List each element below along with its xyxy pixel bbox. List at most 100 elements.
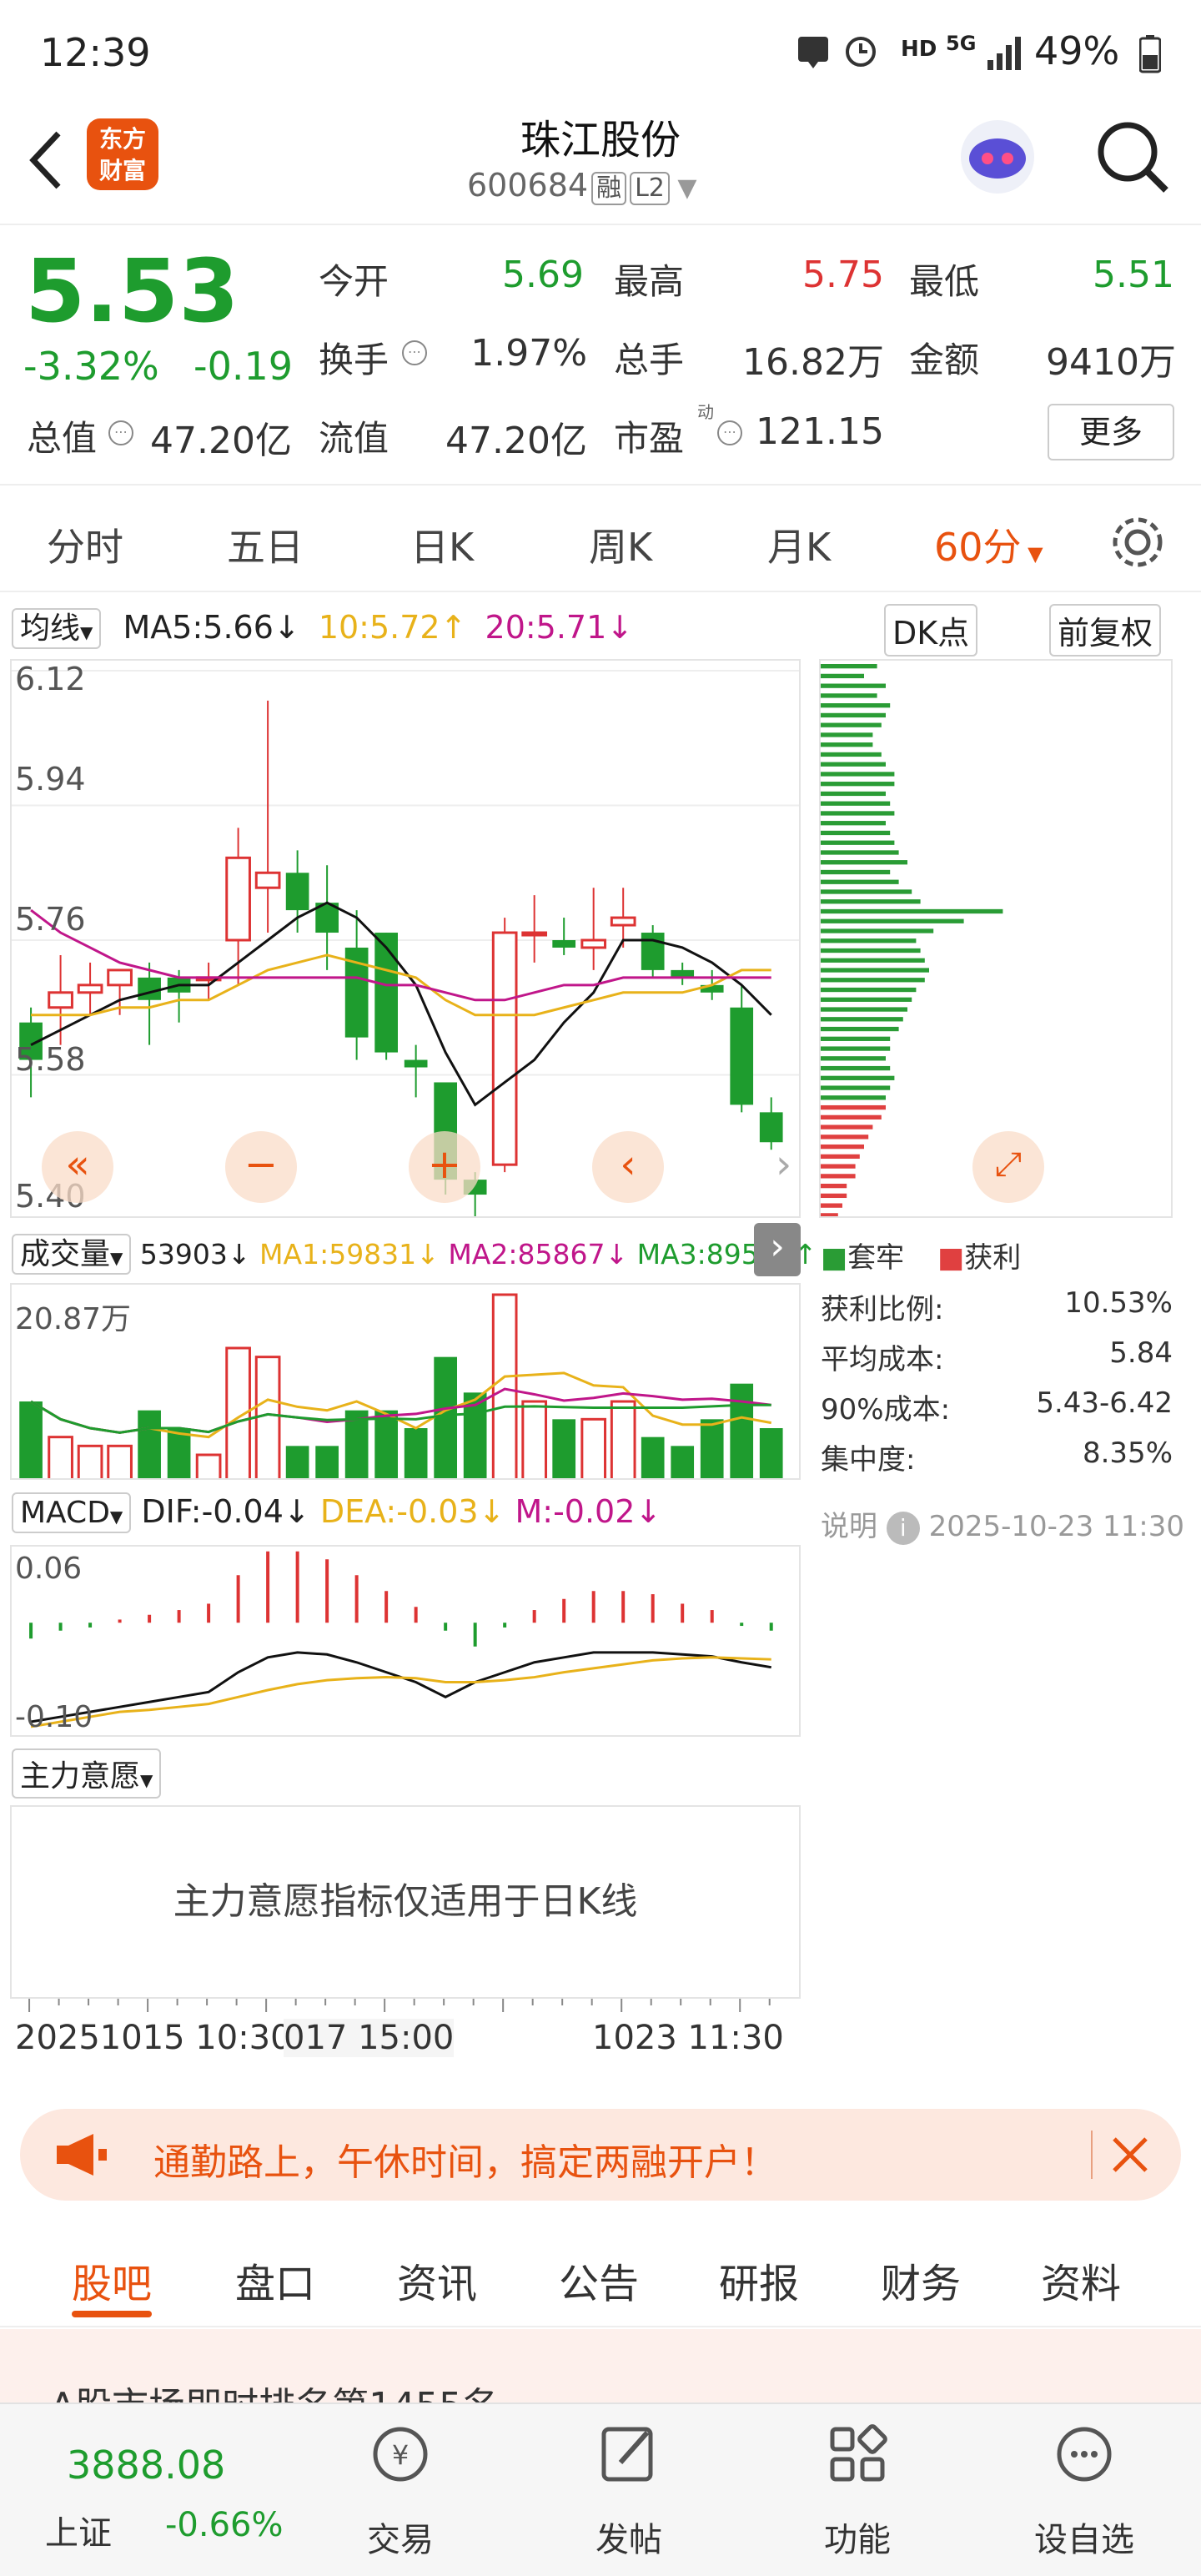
expand-panel-button[interactable]: › bbox=[754, 1223, 801, 1276]
volume-label: 总手 bbox=[614, 340, 685, 380]
chip-bar bbox=[821, 1144, 864, 1150]
indicator-select-label: 均线 bbox=[20, 611, 81, 646]
tab-news[interactable]: 资讯 bbox=[397, 2251, 477, 2309]
vol-ma1: MA1:59831 bbox=[259, 1238, 417, 1270]
market-cap-label: 总值 bbox=[27, 418, 98, 459]
stock-code-line[interactable]: 600684 融 L2 ▼ bbox=[467, 167, 696, 205]
tab-intraday[interactable]: 分时 bbox=[47, 517, 123, 572]
low-value: 5.51 bbox=[1093, 254, 1174, 296]
volume-bar bbox=[77, 1444, 103, 1478]
nav-watchlist[interactable]: 设自选 bbox=[1001, 2513, 1168, 2561]
candlestick-chart[interactable] bbox=[10, 659, 801, 1218]
chip-bar bbox=[821, 938, 917, 943]
chip-stat-value: 5.43-6.42 bbox=[1036, 1386, 1173, 1420]
tab-research[interactable]: 研报 bbox=[719, 2251, 799, 2309]
low-label: 最低 bbox=[909, 261, 980, 302]
scroll-left-fast-button[interactable]: « bbox=[42, 1131, 113, 1203]
dropdown-icon: ▼ bbox=[140, 1770, 153, 1790]
down-arrow-icon: ↓ bbox=[606, 609, 634, 646]
trade-icon[interactable]: ¥ bbox=[317, 2421, 484, 2491]
chip-bar bbox=[821, 693, 877, 698]
more-icon[interactable] bbox=[1001, 2421, 1168, 2491]
info-icon[interactable]: ⋯ bbox=[108, 420, 133, 445]
market-cap-value: 47.20亿 bbox=[150, 420, 292, 462]
ranking-teaser[interactable]: A股市场即时排名第1455名 bbox=[0, 2329, 1201, 2402]
promo-banner[interactable]: 通勤路上，午休时间，搞定两融开户！ bbox=[20, 2109, 1181, 2201]
indicator-select[interactable]: 均线▼ bbox=[12, 608, 102, 649]
amount-label: 金额 bbox=[909, 340, 980, 380]
chip-bar bbox=[821, 664, 877, 669]
scroll-left-button[interactable]: ‹ bbox=[592, 1131, 664, 1203]
stock-code: 600684 bbox=[467, 167, 589, 204]
macd-dea: DEA:-0.03 bbox=[319, 1493, 479, 1530]
post-icon[interactable] bbox=[545, 2421, 712, 2491]
volume-bar bbox=[48, 1436, 73, 1478]
volume-bar bbox=[552, 1419, 576, 1478]
chip-bar bbox=[821, 1203, 842, 1208]
macd-select[interactable]: MACD▼ bbox=[12, 1492, 132, 1533]
index-change[interactable]: -0.66% bbox=[165, 2506, 284, 2544]
candle-body bbox=[374, 933, 398, 1053]
volume-bar bbox=[730, 1383, 754, 1478]
volume-select[interactable]: 成交量▼ bbox=[12, 1234, 132, 1275]
more-button[interactable]: 更多 bbox=[1048, 404, 1174, 460]
time-axis-ticks bbox=[28, 1999, 771, 2012]
chip-note[interactable]: 说明 i 2025-10-23 11:30 bbox=[821, 1503, 1184, 1545]
tab-guba[interactable]: 股吧 bbox=[72, 2251, 152, 2309]
nav-trade[interactable]: 交易 bbox=[317, 2513, 484, 2561]
settings-gear-icon[interactable] bbox=[1106, 511, 1169, 574]
tab-announcements[interactable]: 公告 bbox=[559, 2251, 639, 2309]
down-arrow-icon: ↓ bbox=[273, 609, 300, 646]
info-icon[interactable]: ⋯ bbox=[717, 420, 742, 445]
period-tabs: 分时 五日 日K 周K 月K 60分 ▼ bbox=[0, 492, 1201, 592]
tab-monthly-k[interactable]: 月K bbox=[767, 517, 831, 572]
volume-bar bbox=[641, 1436, 665, 1478]
main-force-select-label: 主力意愿 bbox=[20, 1759, 141, 1794]
nav-functions[interactable]: 功能 bbox=[774, 2513, 941, 2561]
chip-stat-label: 获利比例: bbox=[821, 1293, 944, 1326]
info-icon[interactable]: ⋯ bbox=[402, 340, 427, 365]
dk-point-select[interactable]: DK点 bbox=[884, 604, 978, 657]
float-cap-label: 流值 bbox=[319, 418, 389, 459]
legend-trapped: 套牢 bbox=[847, 1241, 905, 1275]
chip-bar bbox=[821, 1183, 847, 1189]
chip-bar bbox=[821, 1193, 847, 1199]
info-tabs: 股吧 盘口 资讯 公告 研报 财务 资料 bbox=[0, 2219, 1201, 2327]
tab-five-day[interactable]: 五日 bbox=[227, 517, 304, 572]
tab-60min[interactable]: 60分 ▼ bbox=[934, 517, 1043, 572]
dropdown-icon: ▼ bbox=[110, 1248, 123, 1268]
apps-icon[interactable] bbox=[774, 2421, 941, 2491]
clock: 12:39 bbox=[40, 30, 151, 75]
zoom-out-button[interactable]: − bbox=[225, 1131, 297, 1203]
dropdown-icon: ▼ bbox=[1021, 542, 1043, 566]
promo-text: 通勤路上，午休时间，搞定两融开户！ bbox=[153, 2141, 777, 2184]
tab-pankou[interactable]: 盘口 bbox=[235, 2251, 315, 2309]
open-value: 5.69 bbox=[502, 254, 584, 296]
expand-icon[interactable]: ⤢ bbox=[972, 1131, 1044, 1203]
volume-bar bbox=[374, 1410, 398, 1478]
chip-bar bbox=[821, 1174, 856, 1179]
chip-stat-label: 集中度: bbox=[821, 1443, 916, 1477]
volume-bar bbox=[671, 1446, 695, 1478]
quote-panel: 5.53 -3.32% -0.19 今开 5.69 最高 5.75 最低 5.5… bbox=[0, 227, 1201, 486]
candle-body bbox=[138, 977, 161, 1000]
main-force-select[interactable]: 主力意愿▼ bbox=[12, 1748, 162, 1799]
tab-profile[interactable]: 资料 bbox=[1041, 2251, 1121, 2309]
chip-legend: ■套牢 ■获利 bbox=[821, 1235, 1021, 1275]
dropdown-icon: ▼ bbox=[80, 622, 93, 642]
adjust-select[interactable]: 前复权 bbox=[1049, 604, 1162, 657]
index-value[interactable]: 3888.08 bbox=[67, 2443, 225, 2488]
nav-post[interactable]: 发帖 bbox=[545, 2513, 712, 2561]
tab-weekly-k[interactable]: 周K bbox=[589, 517, 652, 572]
close-icon[interactable] bbox=[1109, 2134, 1151, 2176]
scroll-right-button[interactable]: › bbox=[776, 1131, 801, 1203]
tab-finance[interactable]: 财务 bbox=[881, 2251, 961, 2309]
high-value: 5.75 bbox=[802, 254, 884, 296]
ma-row: 均线▼ MA5:5.66↓ 10:5.72↑ 20:5.71↓ bbox=[12, 604, 634, 649]
battery-icon bbox=[1139, 35, 1161, 73]
zoom-in-button[interactable]: + bbox=[409, 1131, 480, 1203]
chip-bar bbox=[821, 712, 886, 718]
tab-daily-k[interactable]: 日K bbox=[410, 517, 474, 572]
info-icon: i bbox=[886, 1512, 920, 1545]
index-name[interactable]: 上证 bbox=[45, 2506, 112, 2554]
